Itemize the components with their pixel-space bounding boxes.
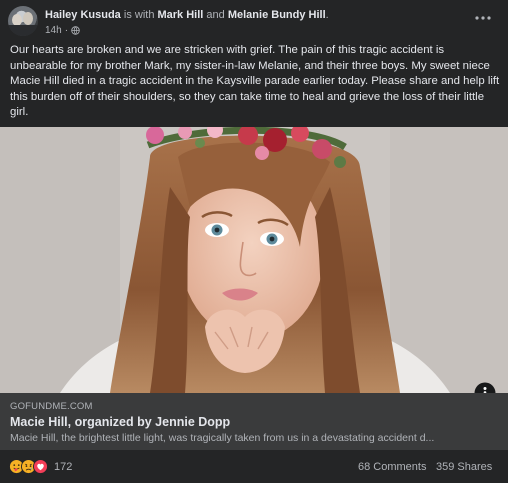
tagged-person-2[interactable]: Melanie Bundy Hill (228, 9, 326, 21)
post-text: Our hearts are broken and we are stricke… (10, 44, 500, 119)
globe-icon[interactable] (71, 26, 80, 35)
post-photo[interactable] (0, 127, 508, 393)
girl-portrait-image (0, 127, 508, 393)
meta-separator: · (64, 25, 69, 36)
post-timestamp[interactable]: 14h (45, 25, 62, 36)
love-icon (33, 459, 48, 474)
shares-count[interactable]: 359 Shares (436, 461, 492, 473)
comments-count[interactable]: 68 Comments (358, 461, 426, 473)
reactions-summary[interactable]: 172 (9, 459, 72, 474)
author-name[interactable]: Hailey Kusuda (45, 9, 121, 21)
title-period: . (325, 9, 329, 21)
link-description: Macie Hill, the brightest little light, … (10, 432, 435, 444)
link-domain: GOFUNDME.COM (10, 401, 93, 412)
post-meta: 14h · (45, 25, 80, 36)
tagged-person-1[interactable]: Mark Hill (158, 9, 204, 21)
link-title[interactable]: Macie Hill, organized by Jennie Dopp (10, 415, 230, 429)
more-options-icon[interactable] (474, 14, 492, 22)
post-footer: 172 68 Comments 359 Shares (0, 452, 508, 483)
feed-post: Hailey Kusuda is with Mark Hill and Mela… (0, 0, 508, 483)
and-text: and (206, 9, 225, 21)
post-header: Hailey Kusuda is with Mark Hill and Mela… (0, 0, 508, 40)
with-text: is with (123, 9, 155, 21)
link-preview[interactable]: GOFUNDME.COM Macie Hill, organized by Je… (0, 393, 508, 450)
post-title-line: Hailey Kusuda is with Mark Hill and Mela… (45, 9, 329, 21)
reaction-count: 172 (54, 460, 73, 473)
avatar[interactable] (8, 6, 38, 36)
